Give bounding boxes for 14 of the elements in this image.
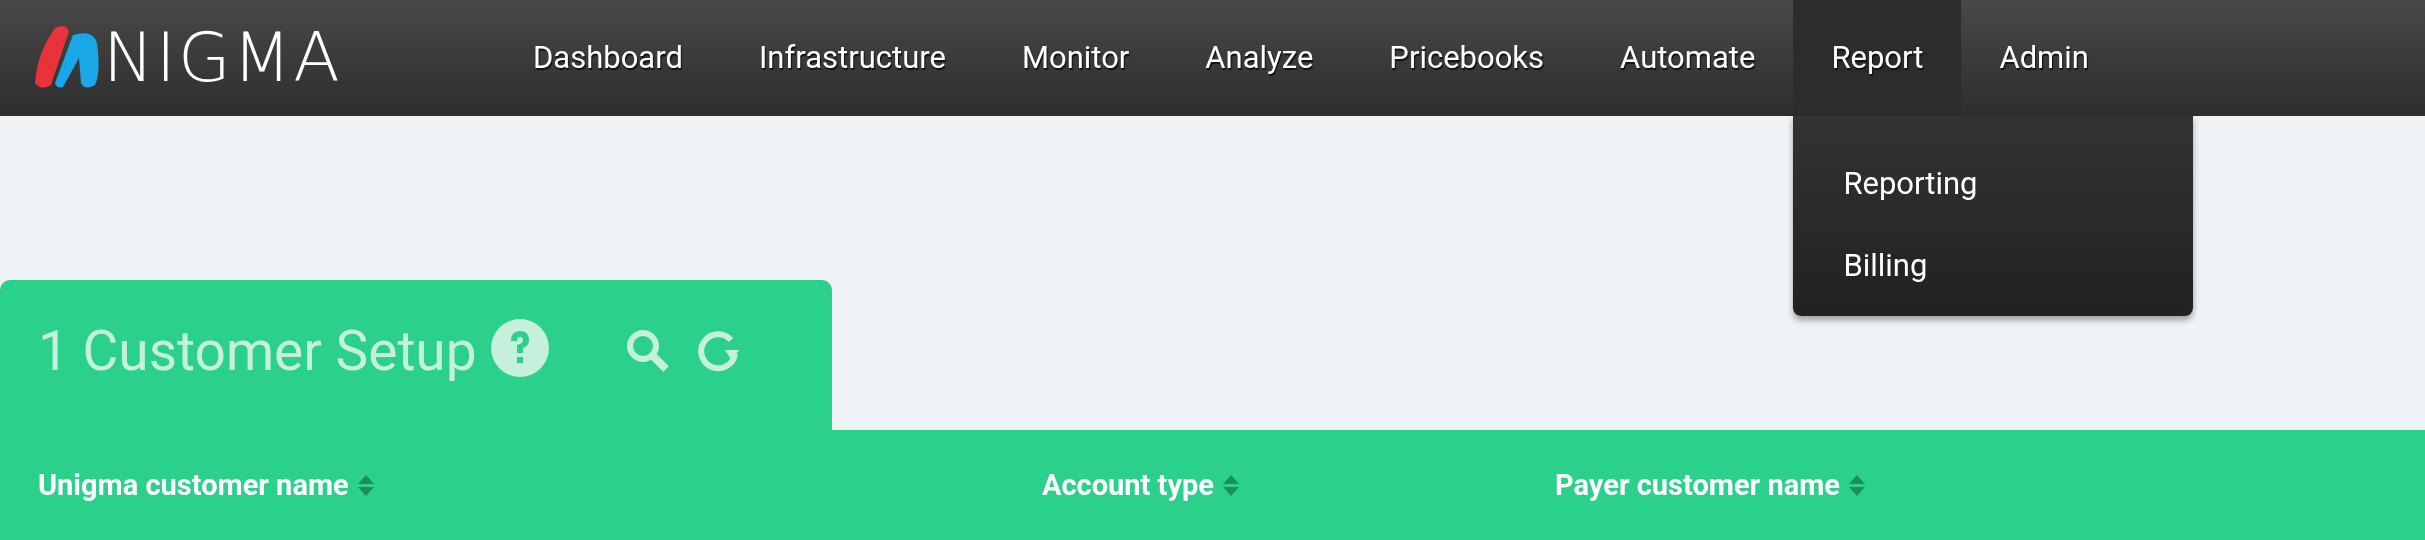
help-icon[interactable] (490, 319, 549, 377)
sort-icon (356, 474, 375, 498)
nav-tab[interactable]: Automate (1582, 0, 1794, 116)
nav-tab[interactable]: Pricebooks (1351, 0, 1583, 116)
nav-tab[interactable]: Analyze (1167, 0, 1352, 116)
nav-tab[interactable]: Infrastructure (720, 0, 984, 116)
nav-tab[interactable]: Admin (1961, 0, 2127, 116)
panel-title: 1 Customer Setup (38, 317, 477, 385)
sort-icon (1222, 474, 1240, 498)
logo-text: NIGMA (103, 24, 342, 92)
nav-tab[interactable]: Monitor (983, 0, 1168, 116)
nav-tab[interactable]: Dashboard (495, 0, 721, 116)
search-icon[interactable] (624, 328, 671, 374)
sort-icon (1847, 474, 1866, 498)
